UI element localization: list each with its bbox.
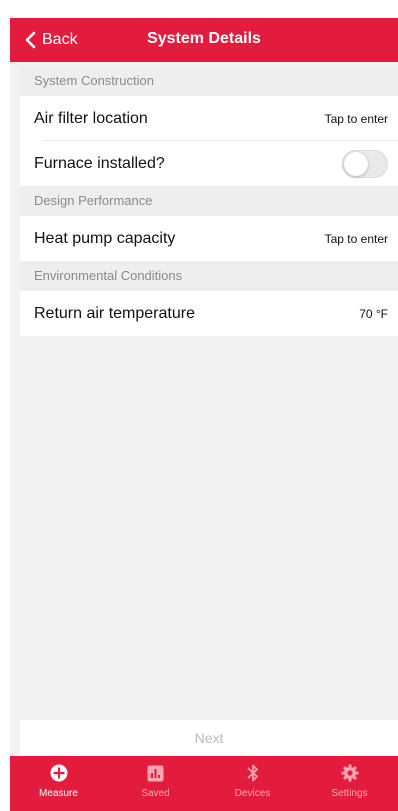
nav-bar: Back System Details	[10, 18, 398, 62]
toggle-knob	[344, 151, 368, 176]
return-air-temperature-row[interactable]: Return air temperature 70 °F	[20, 291, 398, 336]
row-value: Tap to enter	[324, 111, 388, 126]
tab-label: Saved	[141, 788, 170, 799]
tab-saved[interactable]: Saved	[107, 756, 204, 811]
bluetooth-icon	[243, 763, 263, 783]
heat-pump-capacity-row[interactable]: Heat pump capacity Tap to enter	[20, 216, 398, 261]
next-bar: Next	[20, 720, 398, 758]
furnace-installed-row: Furnace installed?	[20, 141, 398, 186]
tab-devices[interactable]: Devices	[204, 756, 301, 811]
row-label: Air filter location	[34, 109, 148, 127]
section-header-environmental-conditions: Environmental Conditions	[20, 261, 398, 291]
next-button[interactable]: Next	[20, 730, 398, 746]
bar-chart-icon	[146, 763, 166, 783]
row-label: Heat pump capacity	[34, 229, 176, 247]
tab-bar: Measure Saved Devices Settings	[10, 756, 398, 811]
furnace-installed-toggle[interactable]	[342, 149, 388, 178]
tab-settings[interactable]: Settings	[301, 756, 398, 811]
gear-icon	[340, 763, 360, 783]
tab-label: Devices	[234, 788, 271, 799]
plus-circle-icon	[49, 763, 69, 783]
content-empty-area	[20, 336, 398, 720]
tab-label: Measure	[39, 788, 78, 799]
app-screen: Back System Details System Construction …	[10, 18, 398, 811]
section-header-design-performance: Design Performance	[20, 186, 398, 216]
section-header-system-construction: System Construction	[20, 66, 398, 96]
row-value: 70 °F	[359, 306, 388, 321]
page-title: System Details	[147, 30, 261, 47]
row-value: Tap to enter	[324, 231, 388, 246]
tab-label: Settings	[331, 788, 368, 799]
row-label: Return air temperature	[34, 304, 195, 322]
row-label: Furnace installed?	[34, 154, 165, 172]
tab-measure[interactable]: Measure	[10, 756, 107, 811]
air-filter-location-row[interactable]: Air filter location Tap to enter	[20, 96, 398, 141]
